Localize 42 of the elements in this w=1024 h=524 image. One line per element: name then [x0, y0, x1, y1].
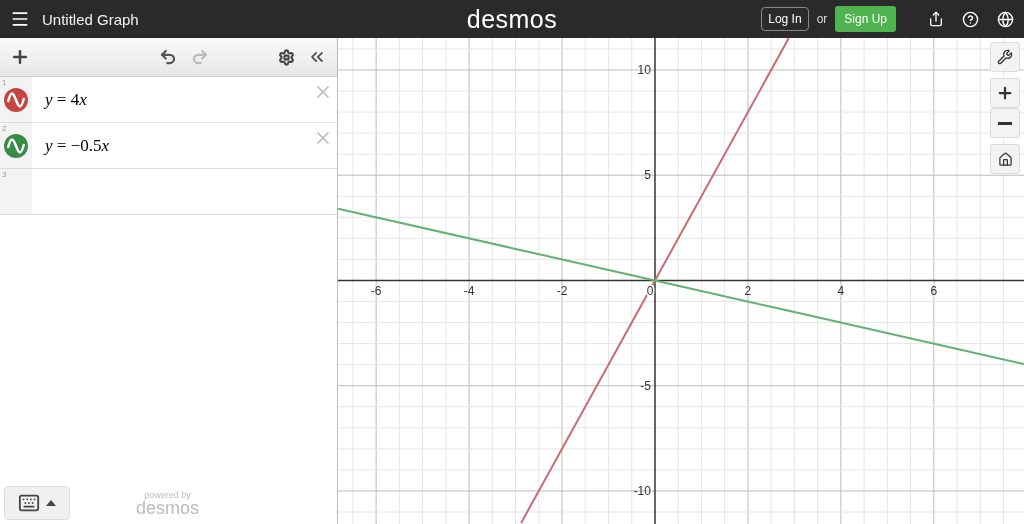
line-number: 2 [2, 124, 7, 133]
wrench-icon [997, 49, 1013, 65]
log-in-button[interactable]: Log In [761, 7, 809, 31]
tick-label: 10 [637, 63, 651, 77]
tick-label: -10 [633, 483, 651, 498]
logo: desmos [136, 500, 200, 516]
expression-input[interactable]: y = −0.5x [45, 135, 110, 156]
tick-label: -5 [640, 378, 651, 393]
tick-label: -2 [556, 284, 568, 299]
add-icon [10, 47, 30, 67]
settings-icon [278, 48, 295, 66]
logo: desmos [466, 4, 558, 33]
wave-icon[interactable] [4, 87, 28, 112]
settings-button[interactable] [990, 42, 1020, 72]
tick-label: 4 [837, 284, 845, 299]
globe-icon [997, 10, 1014, 28]
plus-icon [996, 84, 1014, 102]
home-button[interactable] [990, 144, 1020, 174]
help-icon [962, 10, 979, 28]
or-text: or [816, 12, 828, 26]
powered-by-text: powered by [144, 490, 191, 500]
zoom-out-button[interactable] [990, 108, 1020, 138]
line-number: 1 [2, 78, 7, 87]
tick-label: 2 [744, 284, 752, 299]
tick-label: 5 [644, 168, 651, 183]
tick-label: -4 [463, 284, 475, 299]
keyboard-button[interactable] [4, 486, 70, 520]
minus-icon [998, 121, 1012, 125]
expression-input[interactable]: y = 4x [45, 89, 87, 110]
share-icon [928, 11, 944, 27]
caret-icon [46, 500, 56, 506]
keyboard-icon [18, 492, 40, 514]
tick-label: -6 [370, 284, 382, 299]
home-icon [997, 151, 1013, 167]
graph-title[interactable]: Untitled Graph [42, 10, 139, 28]
zoom-in-button[interactable] [990, 78, 1020, 108]
tick-label: 6 [930, 284, 938, 299]
menu-icon [10, 9, 30, 29]
line-number: 3 [2, 170, 7, 179]
wave-icon[interactable] [4, 133, 28, 158]
redo-icon [191, 48, 209, 66]
undo-icon [159, 48, 177, 66]
